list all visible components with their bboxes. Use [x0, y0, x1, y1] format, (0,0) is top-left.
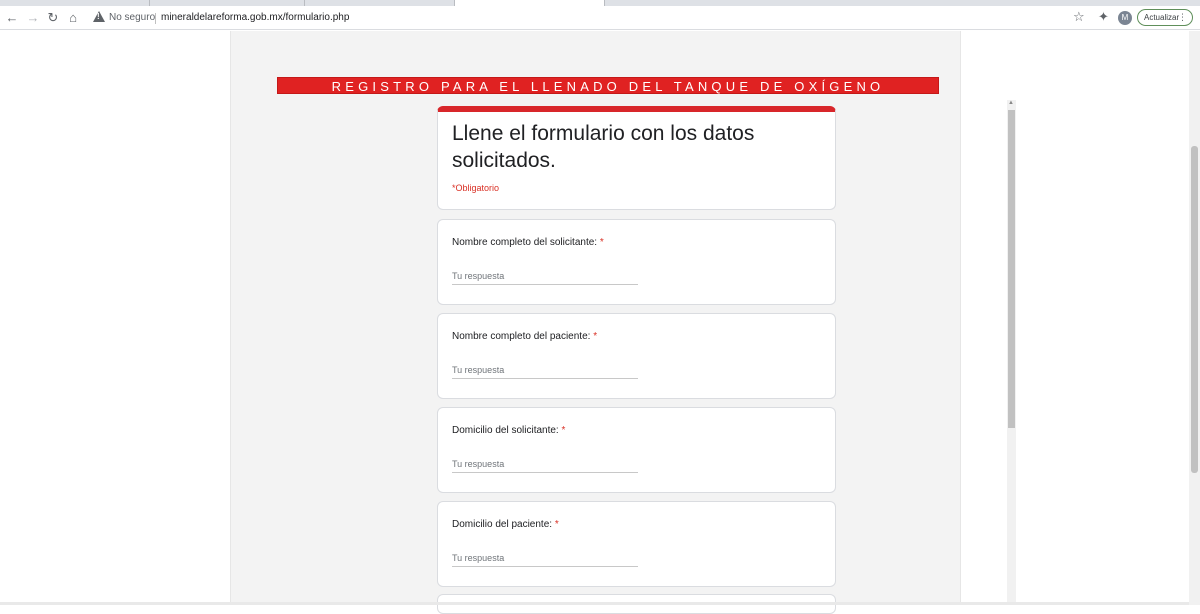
question-label: Nombre completo del solicitante: * — [452, 237, 604, 248]
forward-arrow-icon[interactable]: → — [25, 9, 41, 27]
question-card: Nombre completo del paciente: * — [437, 313, 836, 399]
more-vert-icon[interactable]: ⋮ — [1178, 10, 1187, 25]
question-label: Domicilio del solicitante: * — [452, 425, 566, 436]
puzzle-icon[interactable]: ✦ — [1098, 9, 1109, 25]
question-label: Domicilio del paciente: * — [452, 519, 559, 530]
question-card: Domicilio del paciente: * — [437, 501, 836, 587]
nombre-paciente-input[interactable] — [452, 361, 638, 379]
form-scrollbar-thumb[interactable] — [1008, 110, 1015, 428]
star-icon[interactable]: ☆ — [1073, 9, 1085, 25]
update-button-label: Actualizar — [1144, 13, 1180, 22]
reload-icon[interactable]: ↻ — [45, 9, 61, 27]
form-scrollbar[interactable]: ▲ — [1007, 100, 1016, 605]
required-note: *Obligatorio — [452, 183, 500, 193]
nombre-solicitante-input[interactable] — [452, 267, 638, 285]
required-asterisk: * — [599, 237, 604, 248]
warning-icon[interactable] — [93, 11, 105, 22]
domicilio-solicitante-input[interactable] — [452, 455, 638, 473]
back-arrow-icon[interactable]: ← — [4, 9, 20, 27]
required-asterisk: * — [554, 519, 559, 530]
security-label[interactable]: No seguro — [109, 12, 155, 23]
update-button[interactable]: Actualizar ⋮ — [1137, 9, 1193, 26]
browser-toolbar: ← → ↻ ⌂ No seguro mineraldelareforma.gob… — [0, 6, 1200, 30]
page-viewport: REGISTRO PARA EL LLENADO DEL TANQUE DE O… — [0, 31, 1200, 614]
home-icon[interactable]: ⌂ — [65, 9, 81, 27]
page-banner: REGISTRO PARA EL LLENADO DEL TANQUE DE O… — [277, 77, 939, 94]
question-label: Nombre completo del paciente: * — [452, 331, 598, 342]
avatar[interactable]: M — [1118, 11, 1132, 25]
scroll-up-icon[interactable]: ▲ — [1008, 100, 1014, 106]
form-header-card: Llene el formulario con los datos solici… — [437, 106, 836, 210]
window-scrollbar-thumb[interactable] — [1191, 146, 1198, 473]
window-scrollbar[interactable] — [1189, 31, 1200, 605]
address-bar[interactable]: mineraldelareforma.gob.mx/formulario.php — [161, 12, 349, 23]
form-title: Llene el formulario con los datos solici… — [452, 122, 755, 172]
url-divider — [155, 13, 156, 24]
question-card: Nombre completo del solicitante: * — [437, 219, 836, 305]
required-asterisk: * — [561, 425, 566, 436]
required-asterisk: * — [593, 331, 598, 342]
question-card: Domicilio del solicitante: * — [437, 407, 836, 493]
domicilio-paciente-input[interactable] — [452, 549, 638, 567]
